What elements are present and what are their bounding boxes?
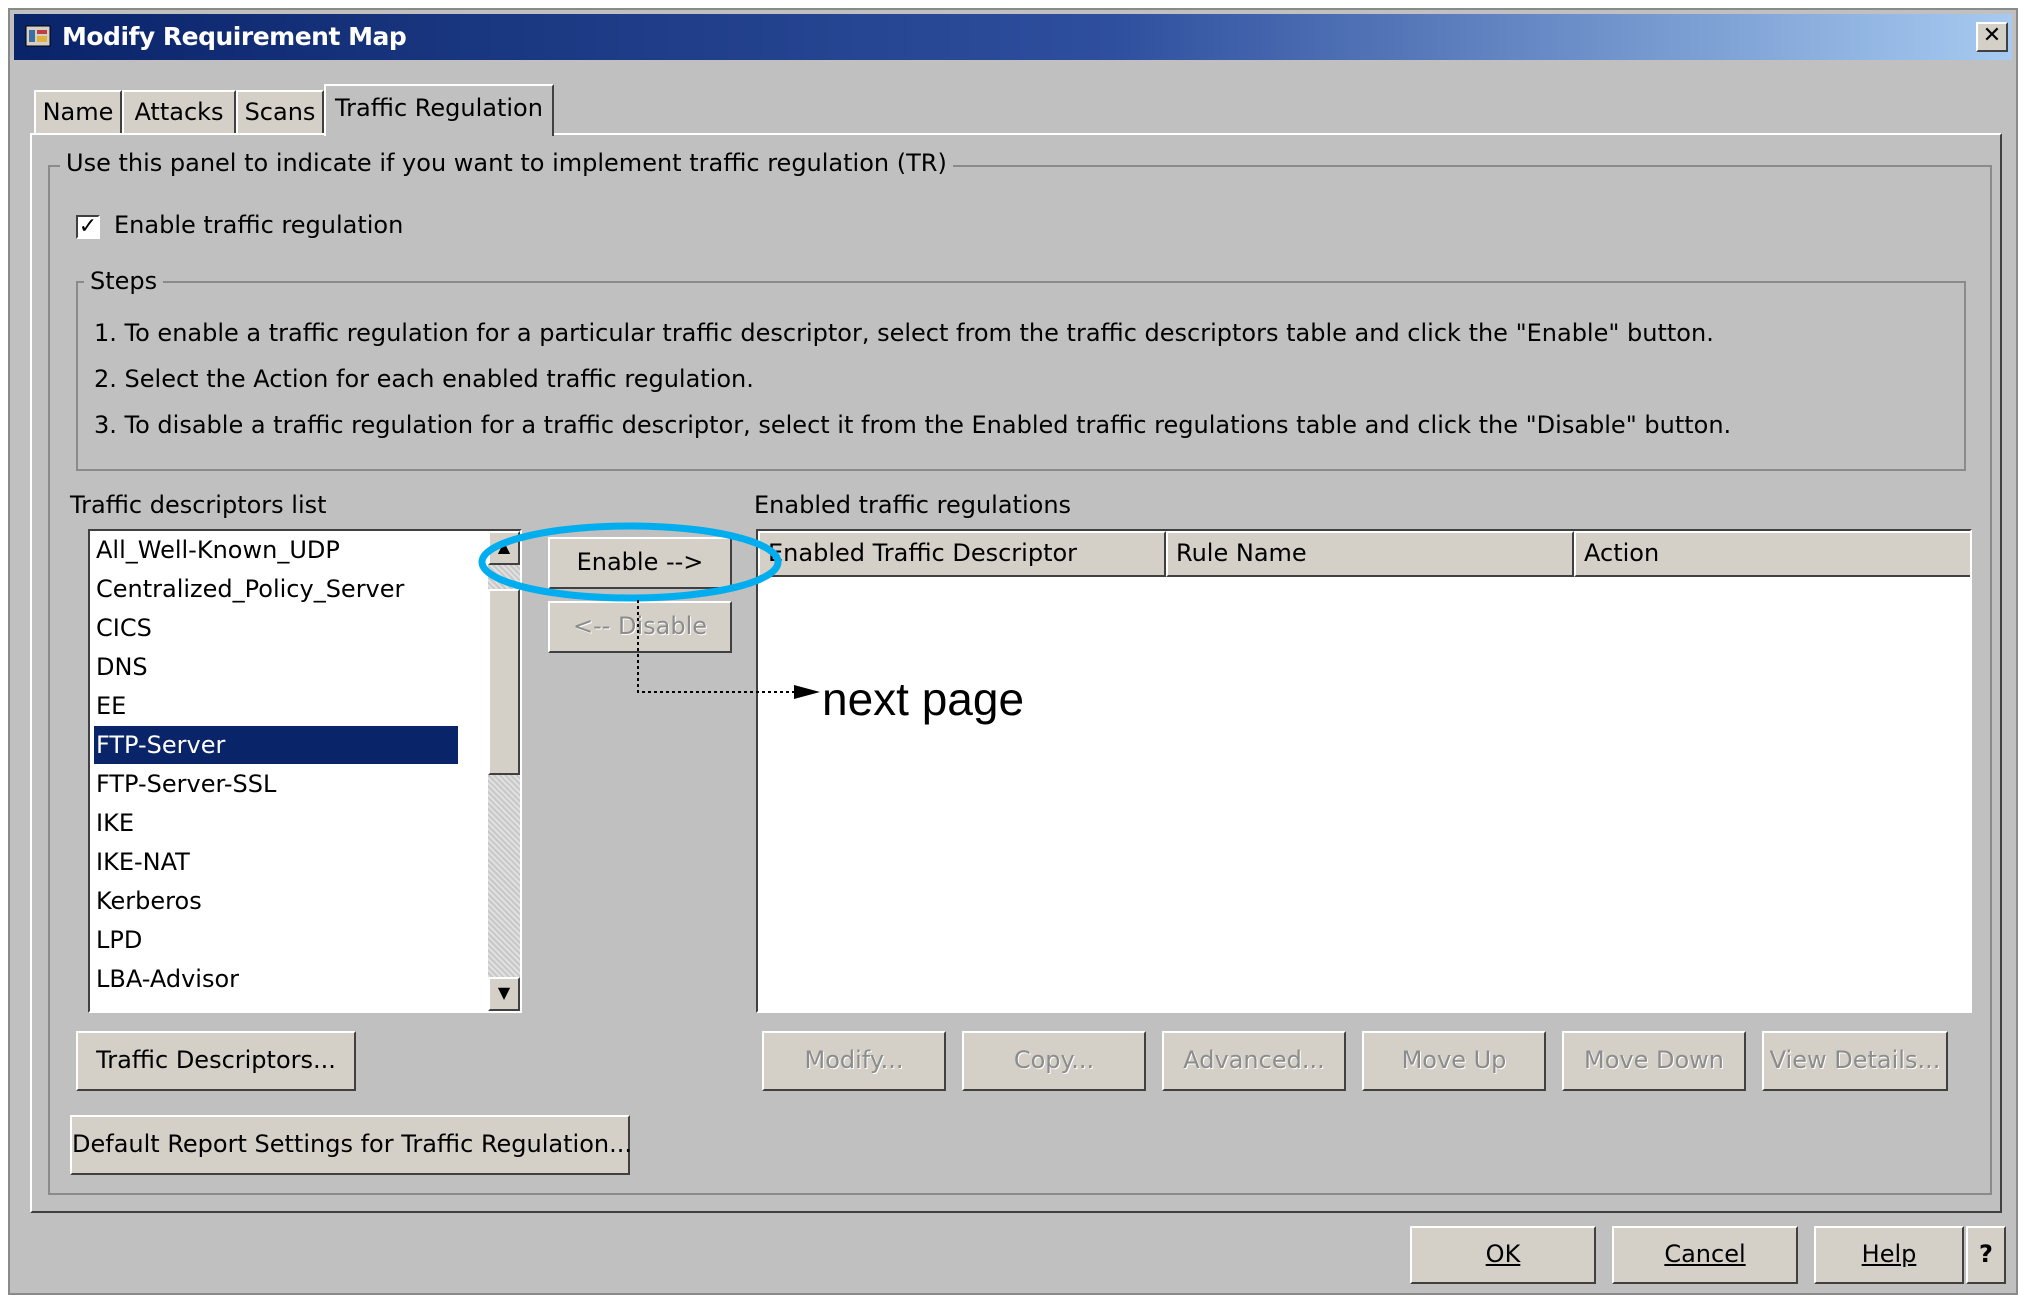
annotation-next-page: next page: [822, 673, 1025, 725]
annotation-arrow-line: [637, 600, 798, 693]
annotation-arrow-head: [794, 685, 820, 699]
tab-traffic-regulation[interactable]: Traffic Regulation: [324, 84, 554, 136]
annotation-overlay: [478, 522, 820, 699]
highlight-ellipse: [478, 522, 782, 602]
tab-label: Traffic Regulation: [335, 94, 543, 122]
